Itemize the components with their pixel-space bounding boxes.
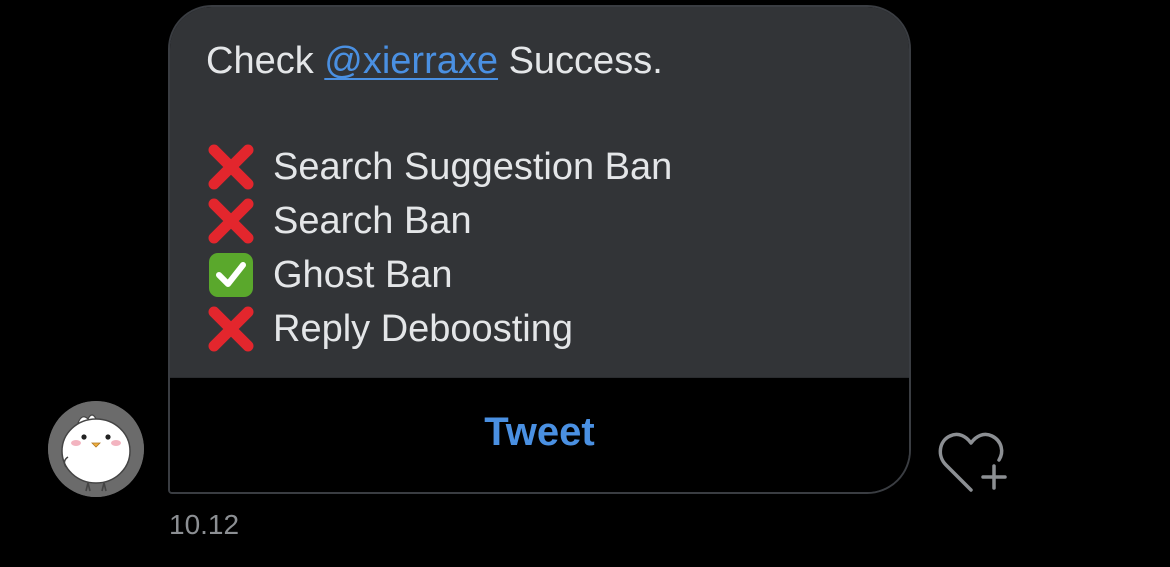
message-bubble: Check @xierraxe Success. Search Suggesti… [168,5,911,494]
message-timestamp: 10.12 [169,509,240,540]
tweet-button[interactable]: Tweet [170,377,909,492]
cross-mark-icon [206,144,256,190]
check-mark-icon [206,252,256,298]
cross-mark-icon [206,306,256,352]
intro-suffix: Success. [508,40,663,82]
message-body: Check @xierraxe Success. Search Suggesti… [170,7,909,377]
message-intro-line: Check @xierraxe Success. [206,39,663,83]
mention-link[interactable]: @xierraxe [324,40,498,82]
chick-avatar-icon[interactable] [48,401,144,497]
heart-plus-icon[interactable] [936,428,1010,494]
check-row: Search Suggestion Ban [206,144,672,190]
check-label: Ghost Ban [273,254,453,296]
check-row: Reply Deboosting [206,306,573,352]
tweet-button-label: Tweet [484,409,595,454]
check-label: Reply Deboosting [273,308,573,350]
check-label: Search Ban [273,200,472,242]
check-row: Ghost Ban [206,252,453,298]
intro-prefix: Check [206,40,314,82]
check-row: Search Ban [206,198,472,244]
check-label: Search Suggestion Ban [273,146,673,188]
cross-mark-icon [206,198,256,244]
